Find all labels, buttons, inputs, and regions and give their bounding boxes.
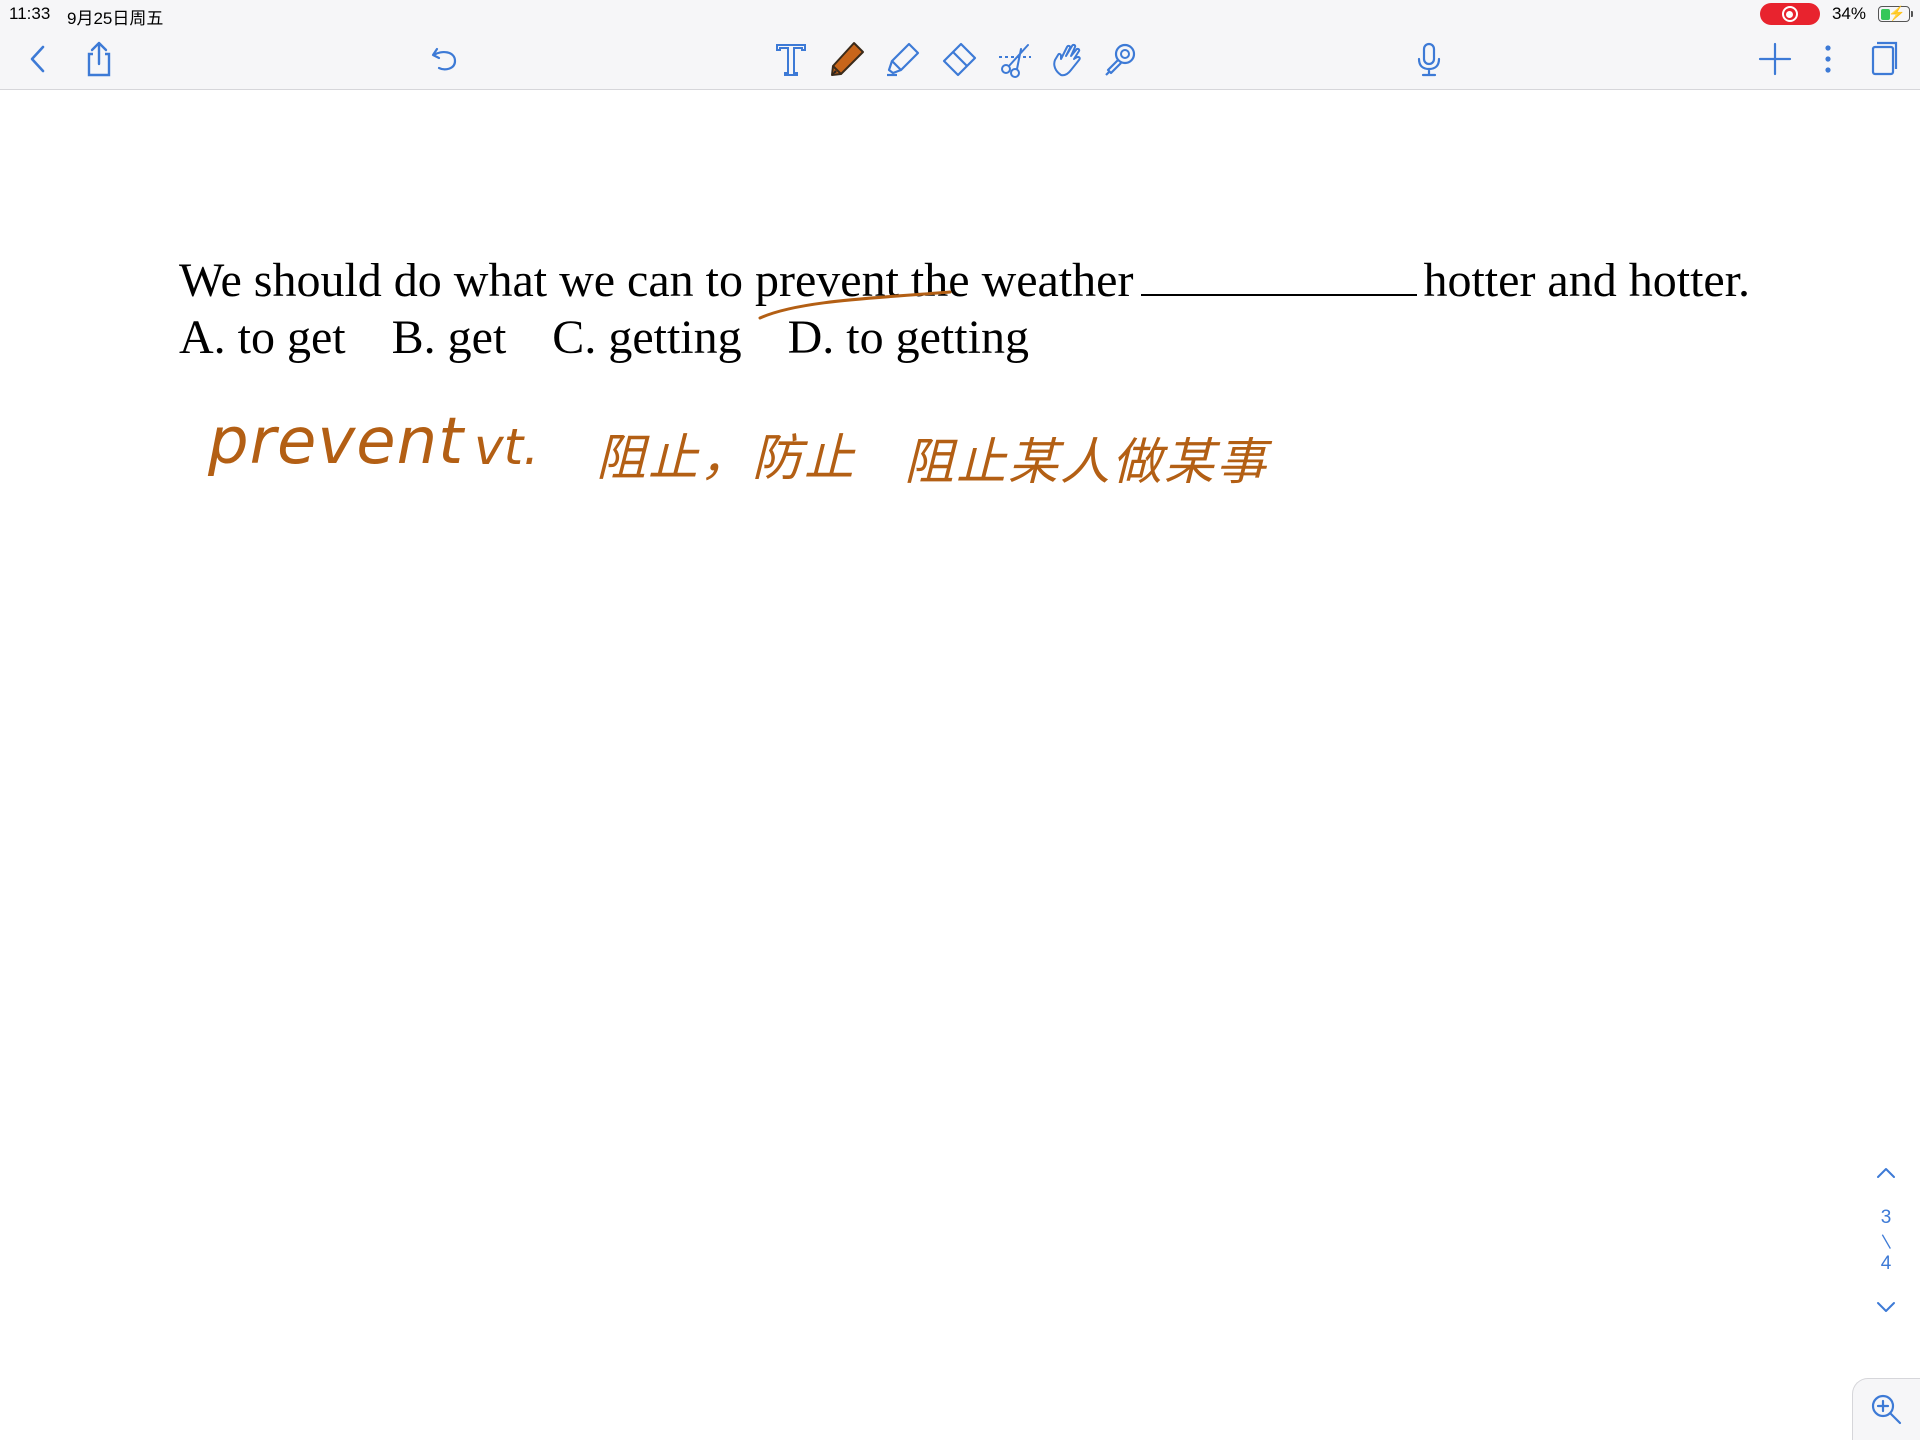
hand-tool-button[interactable]	[1044, 36, 1090, 82]
status-date: 9月25日周五	[67, 9, 164, 28]
pen-tool-icon	[831, 42, 864, 76]
text-tool-icon	[776, 44, 806, 76]
laser-pointer-button[interactable]	[1098, 36, 1144, 82]
more-button[interactable]	[1805, 36, 1851, 82]
ink-annotation-layer	[758, 290, 952, 320]
text-tool-button[interactable]	[768, 36, 814, 82]
question-line: We should do what we can to prevent the …	[179, 252, 1879, 309]
share-button[interactable]	[76, 36, 122, 82]
microphone-button[interactable]	[1406, 36, 1452, 82]
status-bar: 11:33 9月25日周五 34% ⚡	[0, 0, 1920, 28]
share-icon	[87, 41, 111, 77]
lasso-scissors-icon	[999, 44, 1031, 78]
status-time: 11:33	[9, 4, 51, 23]
battery-icon: ⚡	[1878, 5, 1913, 22]
highlighter-tool-icon	[887, 42, 920, 77]
more-icon	[1825, 45, 1831, 73]
question-part-2: hotter and hotter.	[1423, 254, 1751, 307]
laser-pointer-icon	[1105, 43, 1136, 76]
handwritten-phrase: 阻止某人做某事	[904, 433, 1268, 491]
charging-bolt-icon: ⚡	[1888, 5, 1906, 21]
pen-tool-button[interactable]	[824, 36, 870, 82]
status-right: 34% ⚡	[1759, 3, 1913, 25]
screen-recording-indicator[interactable]	[1759, 3, 1820, 25]
chevron-down-icon	[1877, 1302, 1895, 1312]
zoom-button[interactable]	[1852, 1378, 1920, 1440]
microphone-icon	[1417, 42, 1441, 77]
question-text: We should do what we can to prevent the …	[179, 252, 1879, 366]
option-d: D. to getting	[787, 311, 1029, 364]
battery-percentage: 34%	[1831, 4, 1866, 23]
back-button[interactable]	[16, 36, 62, 82]
highlighter-tool-button[interactable]	[880, 36, 926, 82]
eraser-tool-button[interactable]	[936, 36, 982, 82]
back-icon	[30, 45, 45, 73]
option-c: C. getting	[552, 311, 742, 364]
option-a: A. to get	[179, 311, 346, 364]
toolbar	[0, 28, 1920, 90]
add-icon	[1758, 42, 1792, 76]
option-b: B. get	[391, 311, 507, 364]
undo-button[interactable]	[422, 36, 468, 82]
options-line: A. to get B. get C. getting D. to getting	[179, 309, 1879, 366]
handwritten-meaning: 阻止，防止	[596, 429, 856, 487]
next-page-button[interactable]	[1868, 1292, 1904, 1322]
page-navigator: 3 | 4	[1868, 1158, 1904, 1322]
hand-tool-icon	[1053, 43, 1081, 77]
pages-button[interactable]	[1860, 36, 1906, 82]
undo-icon	[431, 47, 457, 71]
pages-icon	[1871, 41, 1898, 76]
answer-blank	[1141, 254, 1418, 296]
record-icon	[1781, 6, 1798, 22]
lasso-tool-button[interactable]	[992, 36, 1038, 82]
eraser-tool-icon	[942, 42, 977, 77]
handwritten-word: prevent	[208, 405, 465, 479]
question-part-1: We should do what we can to prevent the …	[179, 254, 1134, 307]
handwritten-part-of-speech: vt.	[474, 418, 540, 476]
chevron-up-icon	[1877, 1168, 1895, 1178]
add-button[interactable]	[1752, 36, 1798, 82]
previous-page-button[interactable]	[1868, 1158, 1904, 1188]
zoom-in-icon	[1871, 1394, 1901, 1424]
